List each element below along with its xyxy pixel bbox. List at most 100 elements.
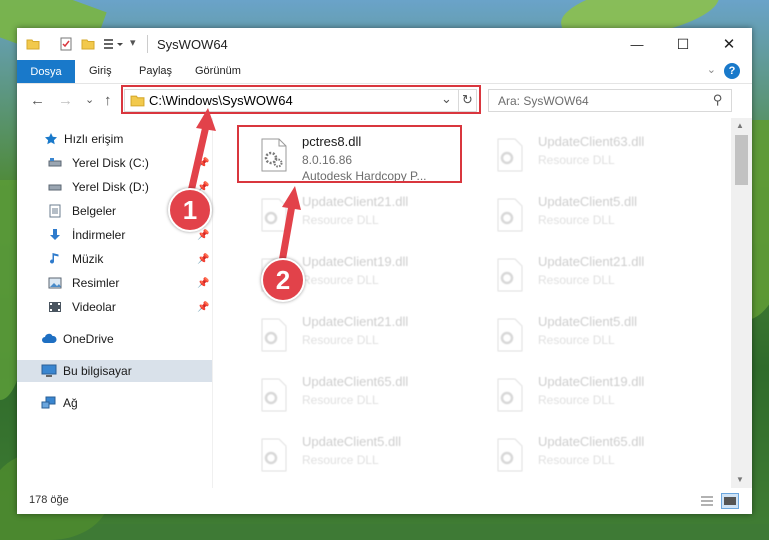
help-button[interactable]: ? (724, 63, 740, 79)
pin-icon[interactable]: 📌 (197, 158, 209, 169)
pin-icon[interactable]: 📌 (197, 254, 209, 265)
sidebar-item-label: Yerel Disk (C:) (72, 156, 149, 170)
title-bar: ▾ SysWOW64 — ☐ ✕ (17, 28, 752, 60)
item-count: 178 öğe (29, 494, 69, 506)
step-1-badge: 1 (168, 188, 212, 232)
sidebar-item-onedrive[interactable]: OneDrive (17, 328, 212, 350)
file-tile[interactable]: UpdateClient5.dll Resource DLL (249, 428, 479, 484)
large-icons-view-icon[interactable] (721, 493, 739, 509)
sidebar-item-label: Hızlı erişim (64, 132, 124, 146)
folder-icon (26, 39, 40, 50)
network-icon (41, 396, 56, 409)
ribbon-tabs: Dosya Giriş Paylaş Görünüm ⌄ ? (17, 60, 752, 84)
sidebar-item-label: Yerel Disk (D:) (72, 180, 149, 194)
file-description: Resource DLL (538, 273, 615, 287)
file-description: Resource DLL (302, 213, 379, 227)
cloud-icon (42, 333, 57, 343)
close-button[interactable]: ✕ (706, 28, 752, 60)
pin-icon[interactable]: 📌 (197, 302, 209, 313)
tab-home[interactable]: Giriş (89, 65, 112, 77)
dll-file-icon (497, 138, 523, 172)
tab-file[interactable]: Dosya (17, 60, 75, 83)
file-name: UpdateClient5.dll (538, 314, 638, 329)
dll-file-icon (497, 378, 523, 412)
sidebar-item-label: Belgeler (72, 204, 117, 218)
dll-file-icon (261, 378, 287, 412)
file-tile[interactable]: UpdateClient19.dll Resource DLL (485, 368, 715, 424)
file-description: Resource DLL (302, 453, 379, 467)
properties-icon[interactable] (59, 37, 73, 51)
file-description: Resource DLL (538, 453, 615, 467)
explorer-window: ▾ SysWOW64 — ☐ ✕ Dosya Giriş Paylaş Görü… (17, 28, 752, 514)
sidebar-item-videos[interactable]: Videolar 📌 (17, 296, 212, 318)
sidebar-item-local-disk-c[interactable]: Yerel Disk (C:) 📌 (17, 152, 212, 174)
dll-file-icon (261, 438, 287, 472)
dll-file-icon (497, 318, 523, 352)
pin-icon[interactable]: 📌 (197, 230, 209, 241)
sidebar-item-this-pc[interactable]: Bu bilgisayar (17, 360, 212, 382)
tab-share[interactable]: Paylaş (139, 65, 172, 77)
minimize-button[interactable]: — (614, 28, 660, 60)
sidebar-item-label: OneDrive (63, 332, 114, 346)
download-icon (50, 229, 60, 240)
up-button[interactable]: ↑ (104, 92, 112, 109)
file-tile[interactable]: UpdateClient5.dll Resource DLL (485, 188, 715, 244)
file-name: UpdateClient21.dll (302, 194, 409, 209)
sidebar-item-pictures[interactable]: Resimler 📌 (17, 272, 212, 294)
collapse-ribbon-button[interactable]: ⌄ (707, 63, 716, 76)
sidebar-item-quick-access[interactable]: Hızlı erişim (17, 128, 212, 150)
file-description: Resource DLL (538, 153, 615, 167)
file-tile[interactable]: UpdateClient5.dll Resource DLL (485, 308, 715, 364)
scroll-up-icon[interactable]: ▲ (736, 121, 744, 130)
sidebar-item-label: Bu bilgisayar (63, 364, 132, 378)
details-view-icon[interactable] (699, 494, 715, 508)
dll-file-icon (497, 438, 523, 472)
vertical-scrollbar[interactable]: ▲ ▼ (731, 118, 752, 488)
step-2-badge: 2 (261, 258, 305, 302)
pin-icon[interactable]: 📌 (197, 278, 209, 289)
star-icon (45, 133, 57, 145)
dll-file-icon (261, 198, 287, 232)
file-name: UpdateClient65.dll (302, 374, 409, 389)
file-name: UpdateClient19.dll (538, 374, 645, 389)
file-tile[interactable]: UpdateClient65.dll Resource DLL (485, 428, 715, 484)
tab-view[interactable]: Görünüm (195, 65, 241, 77)
file-tile[interactable]: UpdateClient21.dll Resource DLL (249, 308, 479, 364)
back-button[interactable]: ← (30, 92, 45, 109)
sidebar-item-label: İndirmeler (72, 228, 126, 242)
sidebar-item-label: Müzik (72, 252, 104, 266)
maximize-button[interactable]: ☐ (660, 28, 706, 60)
file-name: UpdateClient65.dll (538, 434, 645, 449)
file-tile[interactable]: UpdateClient65.dll Resource DLL (249, 368, 479, 424)
file-tile[interactable]: UpdateClient63.dll Resource DLL (485, 128, 715, 184)
sidebar-item-network[interactable]: Ağ (17, 392, 212, 414)
scrollbar-thumb[interactable] (735, 135, 748, 185)
new-folder-icon[interactable] (81, 37, 95, 51)
search-box[interactable]: Ara: SysWOW64 ⚲ (488, 89, 732, 112)
sidebar-item-label: Ağ (63, 396, 78, 410)
file-name: UpdateClient21.dll (302, 314, 409, 329)
file-name: UpdateClient63.dll (538, 134, 645, 149)
recent-locations-button[interactable]: ⌄ (85, 93, 94, 106)
document-icon (49, 204, 61, 218)
computer-icon (41, 364, 57, 377)
video-icon (49, 302, 61, 312)
file-tile[interactable]: UpdateClient21.dll Resource DLL (249, 188, 479, 244)
file-tile[interactable]: UpdateClient21.dll Resource DLL (485, 248, 715, 304)
customize-toolbar-icon[interactable] (103, 37, 125, 51)
file-description: Resource DLL (302, 333, 379, 347)
sidebar-item-music[interactable]: Müzik 📌 (17, 248, 212, 270)
title-separator (147, 35, 148, 53)
file-description: Resource DLL (302, 273, 379, 287)
file-name: UpdateClient19.dll (302, 254, 409, 269)
dll-file-icon (497, 258, 523, 292)
window-title: SysWOW64 (157, 37, 228, 52)
file-name: UpdateClient5.dll (538, 194, 638, 209)
file-description: Resource DLL (538, 333, 615, 347)
drive-icon (48, 158, 62, 167)
forward-button[interactable]: → (58, 92, 73, 109)
sidebar-item-label: Videolar (72, 300, 116, 314)
dll-file-icon (497, 198, 523, 232)
search-icon: ⚲ (713, 92, 723, 107)
scroll-down-icon[interactable]: ▼ (736, 475, 744, 484)
